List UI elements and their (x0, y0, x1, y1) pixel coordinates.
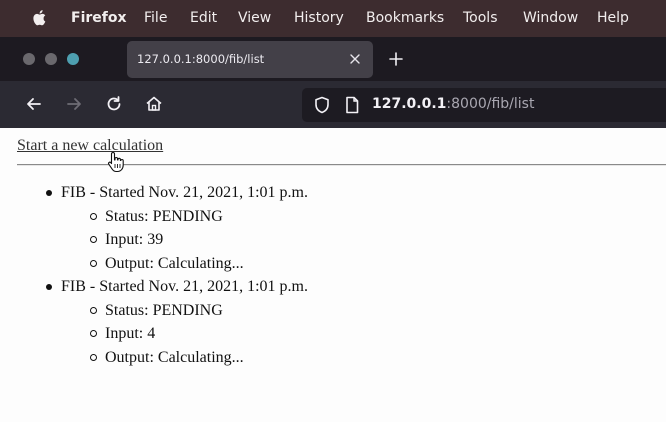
url-host: 127.0.0.1 (372, 96, 447, 112)
apple-logo-icon[interactable] (32, 8, 48, 28)
browser-tab-active[interactable]: 127.0.0.1:8000/fib/list (127, 41, 373, 78)
back-arrow-icon[interactable] (24, 94, 44, 114)
bullet-circle (90, 212, 97, 220)
menu-file[interactable]: File (144, 10, 167, 26)
menu-window[interactable]: Window (523, 10, 578, 26)
task-details: Status: PENDING Input: 4 Output: Calcula… (0, 299, 308, 370)
task-input-text: Input: 39 (105, 231, 164, 248)
close-icon[interactable] (349, 53, 361, 65)
task-status-text: Status: PENDING (105, 301, 223, 319)
task-title: FIB - Started Nov. 21, 2021, 1:01 p.m. (0, 275, 308, 299)
bullet-circle (90, 236, 97, 243)
task-input: Input: 39 (0, 228, 308, 252)
task-output: Output: Calculating... (0, 346, 308, 370)
macos-menu-bar: Firefox File Edit View History Bookmarks… (0, 0, 666, 37)
task-item: FIB - Started Nov. 21, 2021, 1:01 p.m. S… (0, 275, 308, 369)
task-title-text: FIB - Started Nov. 21, 2021, 1:01 p.m. (61, 278, 308, 295)
bullet-circle (90, 353, 97, 361)
task-list: FIB - Started Nov. 21, 2021, 1:01 p.m. S… (0, 181, 308, 369)
zoom-window-button[interactable] (67, 53, 79, 65)
reload-icon[interactable] (104, 94, 124, 114)
close-window-button[interactable] (23, 53, 35, 65)
bullet-disc (46, 190, 52, 196)
task-input: Input: 4 (0, 322, 308, 346)
menu-tools[interactable]: Tools (463, 10, 498, 26)
page-info-icon[interactable] (342, 95, 362, 115)
minimize-window-button[interactable] (45, 53, 57, 65)
url-text[interactable]: 127.0.0.1:8000/fib/list (372, 96, 534, 112)
bullet-circle (90, 259, 97, 267)
task-status-text: Status: PENDING (105, 207, 223, 225)
forward-arrow-icon[interactable] (64, 94, 84, 114)
menu-app-firefox[interactable]: Firefox (71, 10, 127, 26)
hand-pointer-cursor-icon (108, 151, 124, 173)
new-tab-icon[interactable] (388, 51, 404, 67)
menu-history[interactable]: History (294, 10, 344, 26)
task-details: Status: PENDING Input: 39 Output: Calcul… (0, 205, 308, 276)
task-item: FIB - Started Nov. 21, 2021, 1:01 p.m. S… (0, 181, 308, 275)
task-title-text: FIB - Started Nov. 21, 2021, 1:01 p.m. (61, 184, 308, 201)
bullet-disc (46, 284, 52, 290)
menu-edit[interactable]: Edit (190, 10, 217, 26)
bullet-circle (90, 306, 97, 314)
task-input-text: Input: 4 (105, 325, 156, 342)
task-output-text: Output: Calculating... (105, 254, 244, 272)
tracking-protection-shield-icon[interactable] (312, 95, 332, 115)
tab-title: 127.0.0.1:8000/fib/list (137, 52, 265, 66)
task-title: FIB - Started Nov. 21, 2021, 1:01 p.m. (0, 181, 308, 205)
home-icon[interactable] (144, 94, 164, 114)
menu-view[interactable]: View (238, 10, 271, 26)
menu-bookmarks[interactable]: Bookmarks (366, 10, 444, 26)
url-path: :8000/fib/list (446, 96, 535, 112)
start-new-calculation-link[interactable]: Start a new calculation (17, 137, 163, 155)
task-status: Status: PENDING (0, 299, 308, 323)
menu-help[interactable]: Help (597, 10, 629, 26)
bullet-circle (90, 330, 97, 337)
task-status: Status: PENDING (0, 205, 308, 229)
task-output: Output: Calculating... (0, 252, 308, 276)
page-content: Start a new calculation FIB - Started No… (0, 128, 666, 422)
task-output-text: Output: Calculating... (105, 348, 244, 366)
